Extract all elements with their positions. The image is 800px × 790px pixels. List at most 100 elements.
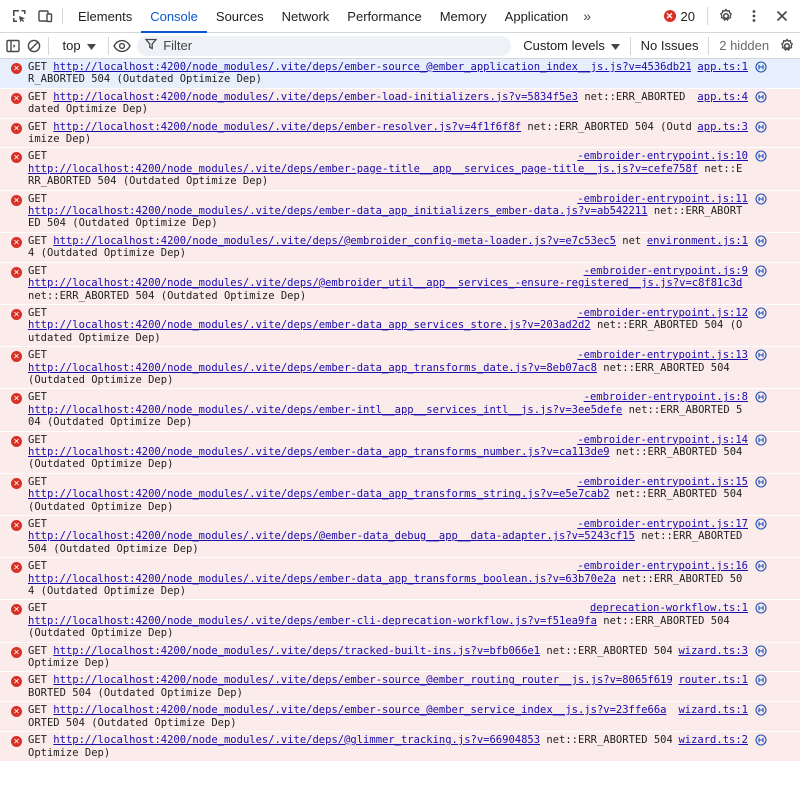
more-vert-icon[interactable] (742, 4, 766, 28)
source-location-link[interactable]: -embroider-entrypoint.js:17 (571, 518, 748, 531)
clear-console-icon[interactable] (25, 35, 44, 57)
network-request-icon[interactable] (755, 193, 767, 205)
network-request-icon[interactable] (755, 674, 767, 687)
close-icon[interactable] (770, 4, 794, 28)
network-request-icon[interactable] (755, 645, 767, 657)
network-request-icon[interactable] (755, 476, 767, 488)
request-url-link[interactable]: http://localhost:4200/node_modules/.vite… (28, 615, 597, 627)
console-message-row[interactable]: ✕ GET http://localhost:4200/node_modules/.… (0, 558, 800, 601)
source-location-link[interactable]: deprecation-workflow.ts:1 (583, 602, 748, 615)
network-request-icon[interactable] (755, 349, 767, 361)
source-location-link[interactable]: -embroider-entrypoint.js:10 (571, 150, 748, 163)
console-message-row[interactable]: ✕ GET http://localhost:4200/node_modules/… (0, 732, 800, 762)
tab-console[interactable]: Console (141, 0, 207, 33)
network-request-icon[interactable] (755, 391, 767, 403)
settings-icon[interactable] (714, 4, 738, 28)
request-url-link[interactable]: http://localhost:4200/node_modules/.vite… (53, 91, 578, 103)
request-url-link[interactable]: http://localhost:4200/node_modules/.vite… (53, 674, 673, 686)
source-location-link[interactable]: -embroider-entrypoint.js:8 (577, 391, 748, 404)
sidebar-toggle-icon[interactable] (4, 35, 23, 57)
request-url-link[interactable]: http://localhost:4200/node_modules/.vite… (28, 205, 648, 217)
filter-input[interactable] (163, 38, 484, 53)
issues-counter[interactable]: No Issues (641, 38, 699, 53)
network-request-icon[interactable] (755, 518, 767, 530)
source-location-link[interactable]: wizard.ts:3 (672, 644, 748, 658)
console-message-row[interactable]: ✕ GET http://localhost:4200/node_modules/.… (0, 389, 800, 432)
chevron-down-icon (610, 38, 620, 53)
request-url-link[interactable]: http://localhost:4200/node_modules/.vite… (53, 121, 521, 133)
source-location-link[interactable]: -embroider-entrypoint.js:15 (571, 475, 748, 489)
request-url-link[interactable]: http://localhost:4200/node_modules/.vite… (53, 704, 666, 716)
tab-performance[interactable]: Performance (338, 0, 430, 32)
source-location-link[interactable]: -embroider-entrypoint.js:13 (571, 349, 748, 362)
request-url-link[interactable]: http://localhost:4200/node_modules/.vite… (28, 277, 742, 289)
tab-sources[interactable]: Sources (207, 0, 273, 32)
console-message-row[interactable]: ✕ GET http://localhost:4200/node_modules/… (0, 672, 800, 703)
console-message-row[interactable]: ✕ GET http://localhost:4200/node_modules/.… (0, 431, 800, 474)
device-toolbar-icon[interactable] (32, 0, 58, 32)
network-request-icon[interactable] (755, 150, 767, 162)
network-request-icon[interactable] (755, 602, 767, 614)
console-message-row[interactable]: ✕ GET http://localhost:4200/node_modules/.… (0, 190, 800, 233)
request-url-link[interactable]: http://localhost:4200/node_modules/.vite… (53, 734, 540, 746)
request-url-link[interactable]: http://localhost:4200/node_modules/.vite… (53, 235, 616, 247)
request-url-link[interactable]: http://localhost:4200/node_modules/.vite… (53, 645, 540, 657)
console-message-row[interactable]: ✕ GET http://localhost:4200/node_modules/… (0, 88, 800, 119)
request-url-link[interactable]: http://localhost:4200/node_modules/.vite… (28, 362, 597, 374)
context-select[interactable]: top (53, 38, 104, 53)
network-request-icon[interactable] (755, 91, 767, 103)
console-settings-icon[interactable] (777, 35, 796, 57)
error-count-badge[interactable]: ✕ 20 (658, 9, 701, 24)
source-location-link[interactable]: -embroider-entrypoint.js:11 (571, 192, 748, 206)
tab-application[interactable]: Application (496, 0, 578, 32)
console-message-row[interactable]: ✕ GET http://localhost:4200/node_modules/.… (0, 600, 800, 643)
tab-memory[interactable]: Memory (431, 0, 496, 32)
source-location-link[interactable]: app.ts:4 (691, 90, 748, 104)
source-location-link[interactable]: -embroider-entrypoint.js:16 (571, 560, 748, 573)
request-url-link[interactable]: http://localhost:4200/node_modules/.vite… (28, 404, 622, 416)
more-tabs-button[interactable]: » (577, 0, 597, 32)
console-message-row[interactable]: ✕ GET http://localhost:4200/node_modules/… (0, 642, 800, 673)
console-message-row[interactable]: ✕ GET http://localhost:4200/node_modules/… (0, 702, 800, 733)
request-url-link[interactable]: http://localhost:4200/node_modules/.vite… (28, 488, 610, 500)
source-location-link[interactable]: -embroider-entrypoint.js:14 (571, 433, 748, 446)
source-location-link[interactable]: -embroider-entrypoint.js:12 (571, 306, 748, 320)
request-url-link[interactable]: http://localhost:4200/node_modules/.vite… (53, 61, 691, 73)
network-request-icon[interactable] (755, 307, 767, 319)
console-message-row[interactable]: ✕ GET http://localhost:4200/node_modules/… (0, 59, 800, 89)
eye-icon[interactable] (112, 35, 131, 57)
log-levels-select[interactable]: Custom levels (523, 38, 620, 53)
console-message-row[interactable]: ✕ GET http://localhost:4200/node_modules/.… (0, 347, 800, 390)
network-request-icon[interactable] (755, 734, 767, 746)
console-message-row[interactable]: ✕ GET http://localhost:4200/node_modules/.… (0, 148, 800, 191)
request-url-link[interactable]: http://localhost:4200/node_modules/.vite… (28, 446, 610, 458)
source-location-link[interactable]: wizard.ts:2 (672, 734, 748, 747)
network-request-icon[interactable] (755, 265, 767, 277)
request-url-link[interactable]: http://localhost:4200/node_modules/.vite… (28, 163, 698, 175)
network-request-icon[interactable] (755, 560, 767, 572)
console-message-row[interactable]: ✕ GET http://localhost:4200/node_modules/.… (0, 262, 800, 305)
network-request-icon[interactable] (755, 121, 767, 133)
console-message-row[interactable]: ✕ GET http://localhost:4200/node_modules/.… (0, 473, 800, 516)
tab-elements[interactable]: Elements (69, 0, 141, 32)
network-request-icon[interactable] (755, 235, 767, 247)
source-location-link[interactable]: -embroider-entrypoint.js:9 (577, 264, 748, 278)
source-location-link[interactable]: app.ts:3 (691, 120, 748, 134)
tab-network[interactable]: Network (273, 0, 339, 32)
filter-box[interactable] (137, 35, 512, 56)
source-location-link[interactable]: environment.js:1 (640, 234, 748, 248)
network-request-icon[interactable] (755, 434, 767, 446)
network-request-icon[interactable] (755, 61, 767, 73)
inspect-element-icon[interactable] (6, 0, 32, 32)
network-request-icon[interactable] (755, 704, 767, 716)
request-url-link[interactable]: http://localhost:4200/node_modules/.vite… (28, 573, 616, 585)
console-message-row[interactable]: ✕ GET http://localhost:4200/node_modules/.… (0, 516, 800, 559)
console-message-row[interactable]: ✕ GET http://localhost:4200/node_modules/.… (0, 304, 800, 348)
console-message-row[interactable]: ✕ GET http://localhost:4200/node_modules/… (0, 232, 800, 263)
source-location-link[interactable]: router.ts:1 (672, 674, 748, 687)
source-location-link[interactable]: wizard.ts:1 (672, 704, 748, 717)
request-url-link[interactable]: http://localhost:4200/node_modules/.vite… (28, 530, 635, 542)
request-url-link[interactable]: http://localhost:4200/node_modules/.vite… (28, 319, 591, 331)
source-location-link[interactable]: app.ts:1 (691, 61, 748, 74)
console-message-row[interactable]: ✕ GET http://localhost:4200/node_modules/… (0, 118, 800, 149)
